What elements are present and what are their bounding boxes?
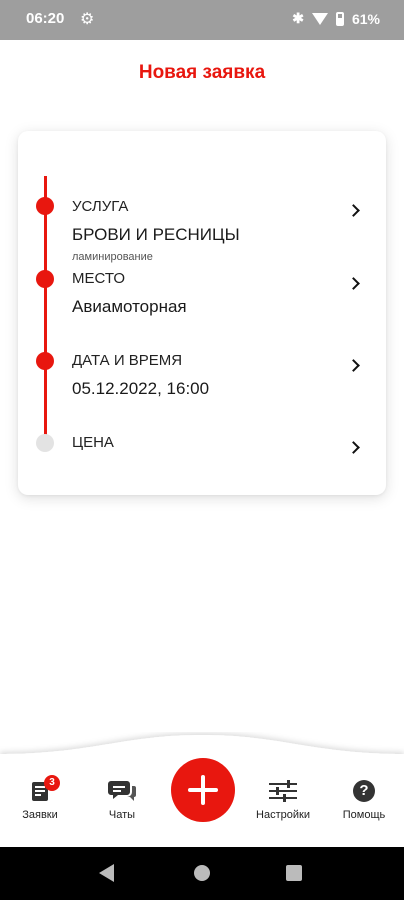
settings-sliders-icon [247, 777, 319, 805]
home-icon[interactable] [194, 865, 210, 881]
nav-chats[interactable]: Чаты [86, 777, 158, 821]
help-icon: ? [328, 777, 400, 805]
nav-label: Помощь [342, 809, 386, 821]
gear-icon: ⚙ [80, 11, 95, 28]
step-location[interactable]: МЕСТО Авиамоторная [18, 241, 386, 321]
recents-icon[interactable] [286, 865, 302, 881]
step-dot [36, 352, 54, 370]
bluetooth-icon: ✱ [292, 10, 304, 26]
system-navigation-bar [0, 847, 404, 900]
step-price[interactable]: ЦЕНА [18, 403, 386, 473]
requests-badge: 3 [44, 775, 60, 791]
step-label: ЦЕНА [72, 434, 114, 451]
bottom-navigation: 3 Заявки Чаты Настройки ? Помощь [0, 732, 404, 847]
step-dot [36, 270, 54, 288]
status-time: 06:20 [26, 10, 65, 27]
status-icons: ✱ 61% [292, 10, 380, 27]
nav-help[interactable]: ? Помощь [328, 777, 400, 821]
chat-icon [86, 777, 158, 805]
step-service[interactable]: УСЛУГА БРОВИ И РЕСНИЦЫ ламинирование [18, 161, 386, 263]
step-value: 05.12.2022, 16:00 [72, 379, 210, 398]
add-request-button[interactable] [171, 758, 235, 822]
step-value: Авиамоторная [72, 297, 187, 316]
step-label: УСЛУГА [72, 198, 129, 215]
step-dot [36, 197, 54, 215]
requests-icon: 3 [4, 775, 76, 805]
back-icon[interactable] [99, 864, 114, 882]
step-label: МЕСТО [72, 270, 125, 287]
chevron-right-icon [347, 441, 360, 454]
step-dot [36, 434, 54, 452]
battery-percent: 61% [351, 10, 380, 27]
step-label: ДАТА И ВРЕМЯ [72, 352, 183, 369]
nav-label: Чаты [108, 809, 136, 821]
chevron-right-icon [347, 359, 360, 372]
nav-requests[interactable]: 3 Заявки [4, 775, 76, 821]
status-bar: 06:20 ⚙ ✱ 61% [0, 0, 404, 40]
nav-settings[interactable]: Настройки [247, 777, 319, 821]
step-datetime[interactable]: ДАТА И ВРЕМЯ 05.12.2022, 16:00 [18, 321, 386, 403]
nav-label: Настройки [256, 809, 310, 821]
battery-icon [335, 11, 344, 26]
request-form-card: УСЛУГА БРОВИ И РЕСНИЦЫ ламинирование МЕС… [18, 131, 386, 495]
chevron-right-icon [347, 277, 360, 290]
nav-label: Заявки [22, 809, 58, 821]
wifi-icon [311, 12, 328, 25]
page-title: Новая заявка [138, 62, 266, 83]
chevron-right-icon [347, 204, 360, 217]
